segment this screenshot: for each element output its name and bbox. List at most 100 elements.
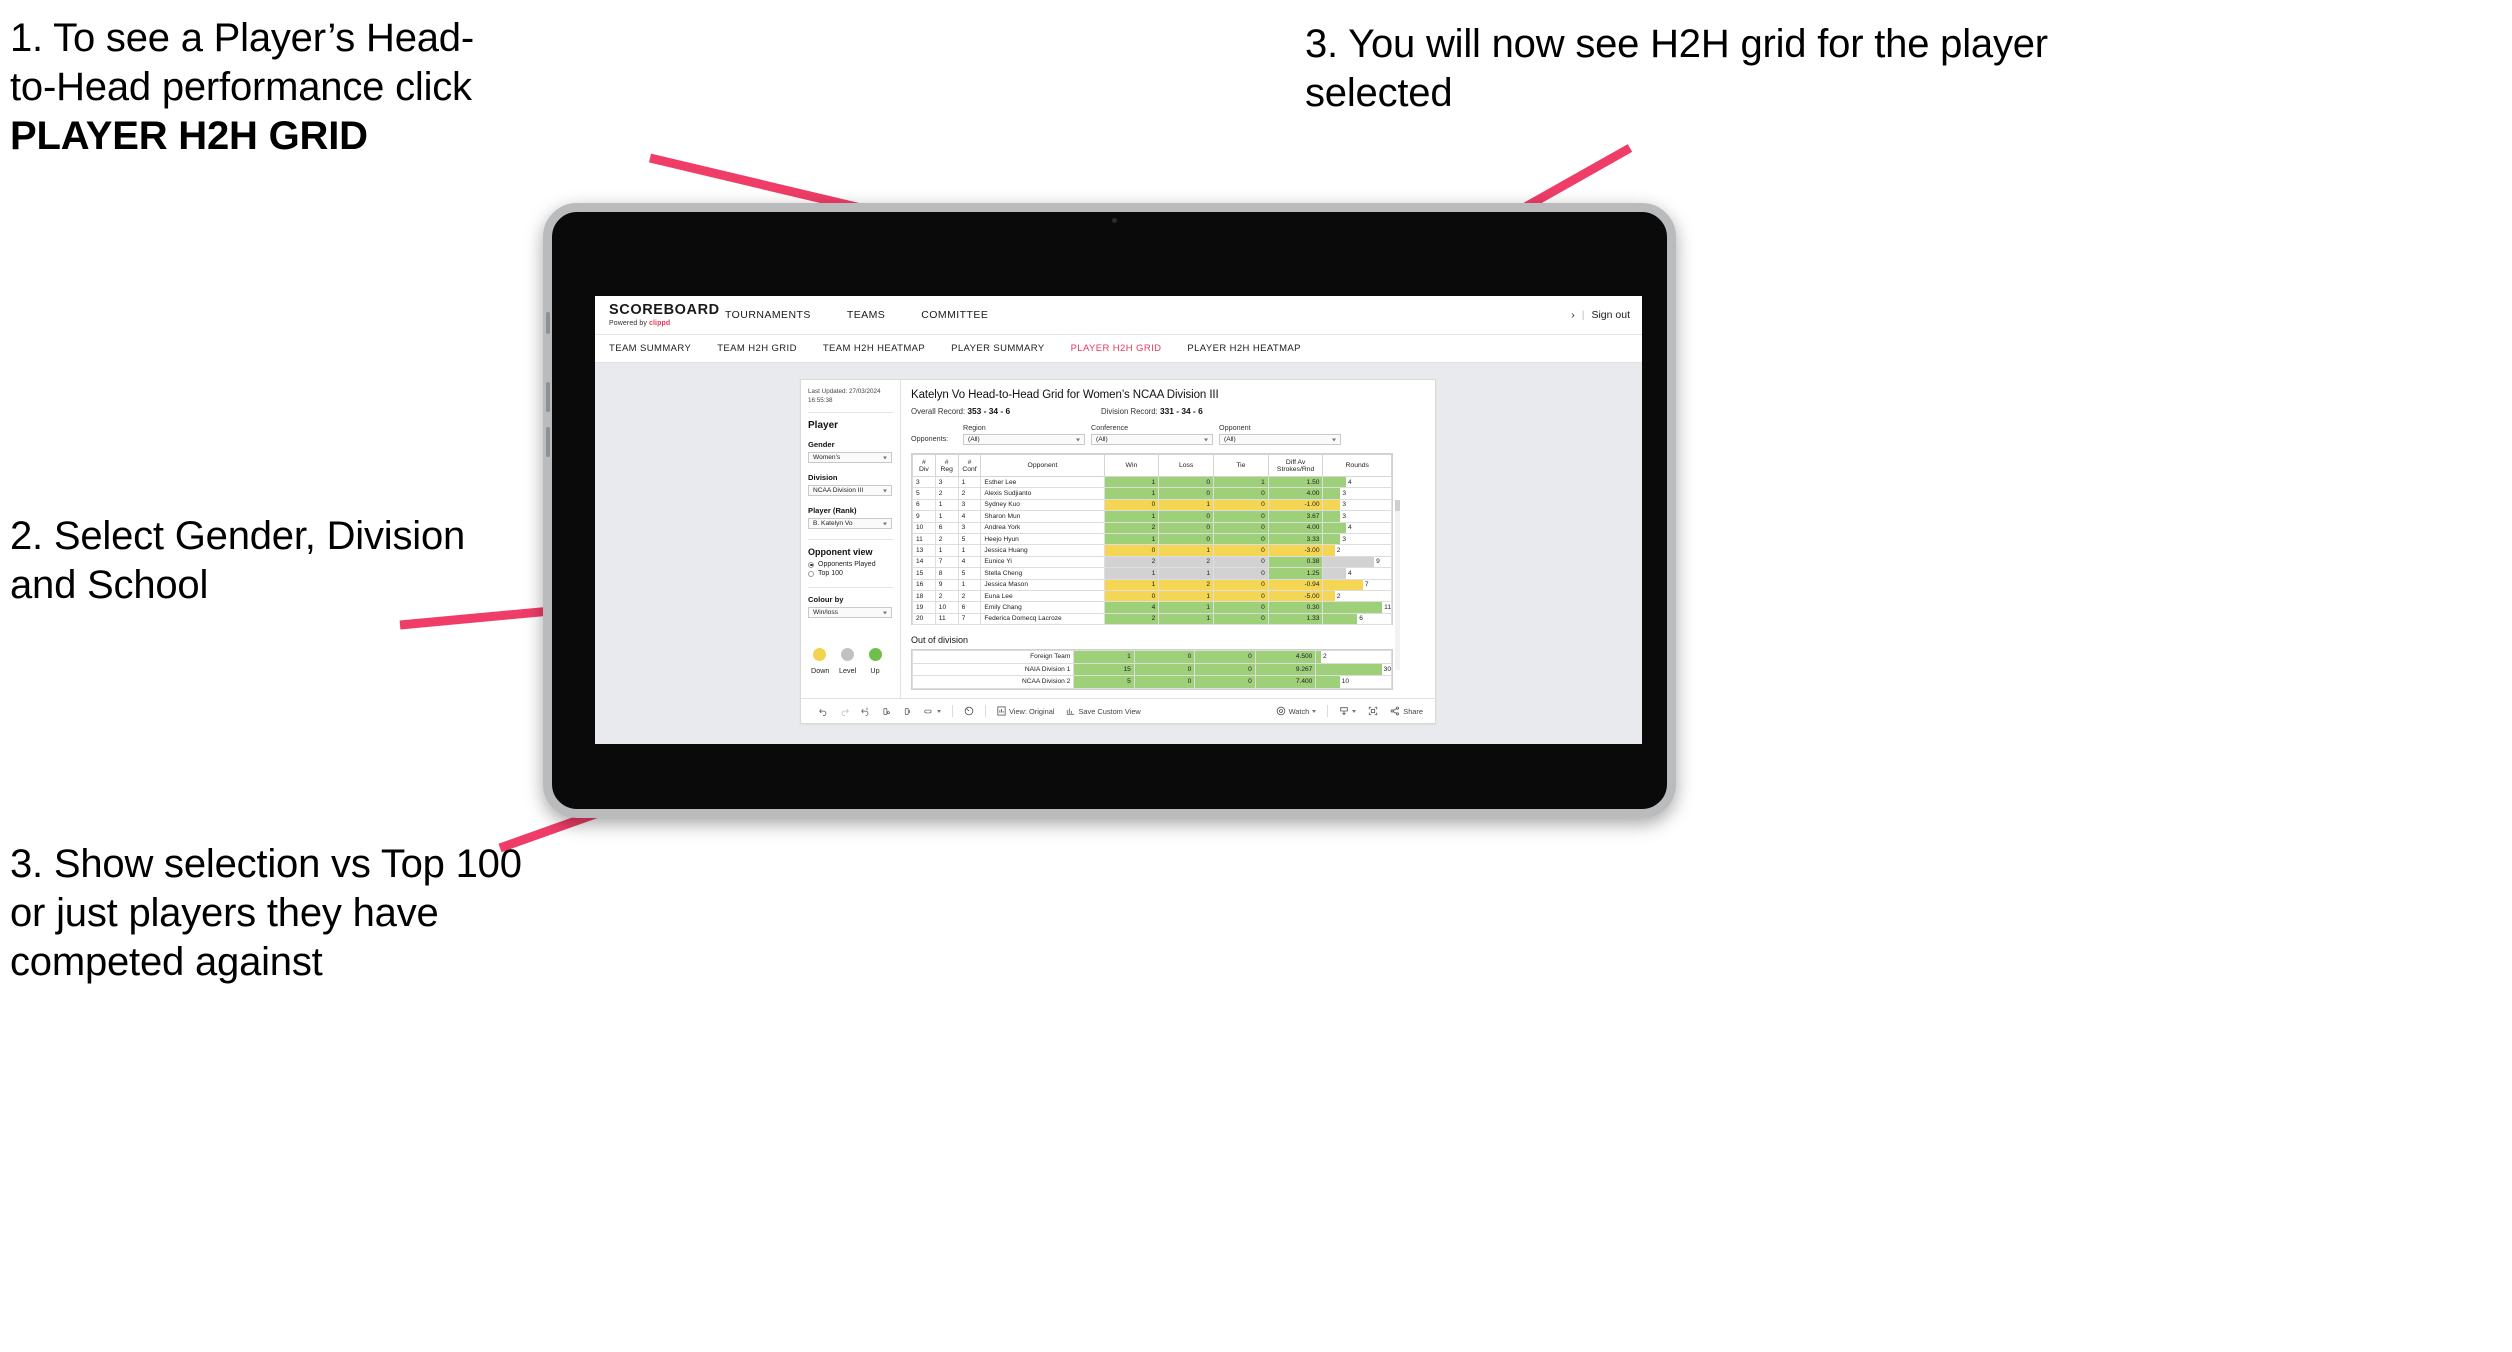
division-select[interactable]: NCAA Division III bbox=[808, 485, 892, 496]
cell-reg: 9 bbox=[934, 578, 959, 591]
table-row[interactable]: 10 6 3 Andrea York 2 0 0 4.00 4 bbox=[912, 521, 1392, 534]
radio-opponents-played[interactable]: Opponents Played bbox=[808, 561, 893, 568]
table-row[interactable]: NAIA Division 1 15 0 0 9.267 30 bbox=[911, 662, 1392, 677]
tab-team-summary[interactable]: TEAM SUMMARY bbox=[609, 343, 691, 354]
download-button[interactable] bbox=[1333, 706, 1362, 716]
conference-value: (All) bbox=[1096, 436, 1108, 443]
table-row[interactable]: 9 1 4 Sharon Mun 1 0 0 3.67 3 bbox=[912, 510, 1392, 523]
cell-loss: 0 bbox=[1158, 510, 1215, 523]
cell-diff: 1.33 bbox=[1267, 612, 1324, 626]
cell-diff: 3.67 bbox=[1267, 510, 1324, 523]
sign-out-link[interactable]: Sign out bbox=[1591, 296, 1630, 335]
tab-team-h2h-heatmap[interactable]: TEAM H2H HEATMAP bbox=[823, 343, 925, 354]
divider: | bbox=[1581, 309, 1585, 321]
revert-icon[interactable] bbox=[855, 707, 876, 716]
division-record-value: 331 - 34 - 6 bbox=[1159, 406, 1203, 416]
cell-win: 15 bbox=[1073, 662, 1135, 677]
th-reg[interactable]: # Reg bbox=[934, 454, 959, 477]
cell-diff: 3.33 bbox=[1267, 532, 1324, 546]
table-row[interactable]: 3 3 1 Esther Lee 1 0 1 1.50 4 bbox=[912, 475, 1392, 489]
opponent-select[interactable]: (All) bbox=[1219, 434, 1341, 445]
th-rounds[interactable]: Rounds bbox=[1322, 454, 1392, 477]
player-rank-select[interactable]: B. Katelyn Vo bbox=[808, 518, 892, 529]
cell-loss: 0 bbox=[1133, 662, 1196, 677]
cell-div: 14 bbox=[912, 555, 936, 569]
cell-opponent: Emily Chang bbox=[980, 601, 1105, 614]
table-scrollbar[interactable] bbox=[1395, 500, 1400, 670]
table-row[interactable]: 6 1 3 Sydney Kuo 0 1 0 -1.00 3 bbox=[912, 498, 1392, 512]
cell-win: 5 bbox=[1073, 675, 1135, 689]
tab-player-summary[interactable]: PLAYER SUMMARY bbox=[951, 343, 1044, 354]
table-row[interactable]: 16 9 1 Jessica Mason 1 2 0 -0.94 7 bbox=[912, 578, 1392, 591]
tab-player-h2h-grid[interactable]: PLAYER H2H GRID bbox=[1071, 343, 1162, 354]
table-row[interactable]: 15 8 5 Stella Cheng 1 1 0 1.25 4 bbox=[912, 567, 1392, 580]
chevron-right-icon[interactable]: › bbox=[1571, 296, 1575, 335]
pause-auto-update-icon[interactable] bbox=[897, 707, 918, 716]
undo-icon[interactable] bbox=[813, 707, 834, 716]
gender-value: Women's bbox=[813, 454, 841, 461]
view-original-button[interactable]: View: Original bbox=[991, 706, 1060, 716]
th-div[interactable]: # Div bbox=[912, 454, 936, 477]
player-rank-field: Player (Rank) B. Katelyn Vo bbox=[808, 506, 893, 529]
cell-diff: 7.400 bbox=[1254, 675, 1317, 689]
watch-button[interactable]: Watch bbox=[1270, 706, 1323, 716]
pause-icon[interactable] bbox=[958, 706, 980, 716]
cell-diff: 9.267 bbox=[1254, 662, 1317, 677]
divider bbox=[808, 539, 893, 540]
cell-loss: 0 bbox=[1133, 675, 1196, 689]
table-row[interactable]: 20 11 7 Federica Domecq Lacroze 2 1 0 1.33 6 bbox=[912, 612, 1392, 626]
th-tie[interactable]: Tie bbox=[1213, 454, 1269, 477]
overall-record: Overall Record: 353 - 34 - 6 bbox=[911, 406, 1101, 416]
table-row[interactable]: Foreign Team 1 0 0 4.500 2 bbox=[911, 650, 1392, 664]
cell-conf: 1 bbox=[957, 475, 982, 489]
cell-loss: 0 bbox=[1158, 521, 1215, 534]
table-row[interactable]: 19 10 6 Emily Chang 4 1 0 0.30 11 bbox=[912, 601, 1392, 614]
tab-player-h2h-heatmap[interactable]: PLAYER H2H HEATMAP bbox=[1187, 343, 1301, 354]
save-custom-view-button[interactable]: Save Custom View bbox=[1060, 706, 1146, 716]
table-row[interactable]: NCAA Division 2 5 0 0 7.400 10 bbox=[911, 675, 1392, 689]
table-row[interactable]: 13 1 1 Jessica Huang 0 1 0 -3.00 2 bbox=[912, 544, 1392, 557]
division-record: Division Record: 331 - 34 - 6 bbox=[1101, 406, 1203, 416]
table-row[interactable]: 5 2 2 Alexis Sudjianto 1 0 0 4.00 3 bbox=[912, 487, 1392, 500]
nav-item-committee[interactable]: COMMITTEE bbox=[903, 296, 1006, 335]
h2h-grid-table: # Div # Reg # Conf Opponent Win Loss Tie Di… bbox=[911, 453, 1400, 670]
nav-item-teams[interactable]: TEAMS bbox=[829, 296, 903, 335]
table-row[interactable]: 18 2 2 Euna Lee 0 1 0 -5.00 2 bbox=[912, 589, 1392, 603]
cell-opponent: Federica Domecq Lacroze bbox=[980, 612, 1105, 626]
cell-conf: 5 bbox=[957, 532, 982, 546]
table-row[interactable]: 14 7 4 Eunice Yi 2 2 0 0.38 9 bbox=[912, 555, 1392, 569]
tab-team-h2h-grid[interactable]: TEAM H2H GRID bbox=[717, 343, 797, 354]
cell-win: 1 bbox=[1103, 475, 1160, 489]
cell-div: 3 bbox=[912, 475, 936, 489]
th-conf[interactable]: # Conf bbox=[957, 454, 982, 477]
cell-name: NCAA Division 2 bbox=[911, 675, 1075, 689]
cell-win: 1 bbox=[1103, 487, 1160, 500]
cell-opponent: Sydney Kuo bbox=[980, 498, 1105, 512]
redo-icon[interactable] bbox=[834, 707, 855, 716]
cell-rounds: 7 bbox=[1322, 578, 1392, 591]
th-diff-av-strokes[interactable]: Diff Av Strokes/Rnd bbox=[1267, 454, 1324, 477]
view-original-label: View: Original bbox=[1009, 706, 1055, 716]
refresh-icon[interactable] bbox=[876, 707, 897, 716]
conference-select[interactable]: (All) bbox=[1091, 434, 1213, 445]
cell-tie: 0 bbox=[1213, 521, 1269, 534]
table-scrollbar-thumb[interactable] bbox=[1395, 500, 1400, 511]
nav-item-tournaments[interactable]: TOURNAMENTS bbox=[707, 296, 829, 335]
radio-top-100[interactable]: Top 100 bbox=[808, 570, 893, 577]
cell-tie: 0 bbox=[1194, 662, 1256, 677]
custom-views-icon[interactable] bbox=[918, 707, 947, 716]
cell-diff: 0.30 bbox=[1267, 601, 1324, 614]
region-caption: Region bbox=[963, 423, 986, 432]
gender-select[interactable]: Women's bbox=[808, 452, 892, 463]
cell-loss: 0 bbox=[1158, 532, 1215, 546]
share-button[interactable]: Share bbox=[1384, 706, 1435, 716]
legend-label-up: Up bbox=[870, 666, 880, 675]
cell-loss: 1 bbox=[1158, 498, 1215, 512]
table-row[interactable]: 11 2 5 Heejo Hyun 1 0 0 3.33 3 bbox=[912, 532, 1392, 546]
th-opponent[interactable]: Opponent bbox=[980, 454, 1105, 477]
region-select[interactable]: (All) bbox=[963, 434, 1085, 445]
colour-by-select[interactable]: Win/loss bbox=[808, 607, 892, 618]
fullscreen-button[interactable] bbox=[1362, 706, 1384, 716]
th-loss[interactable]: Loss bbox=[1158, 454, 1215, 477]
th-win[interactable]: Win bbox=[1103, 454, 1160, 477]
